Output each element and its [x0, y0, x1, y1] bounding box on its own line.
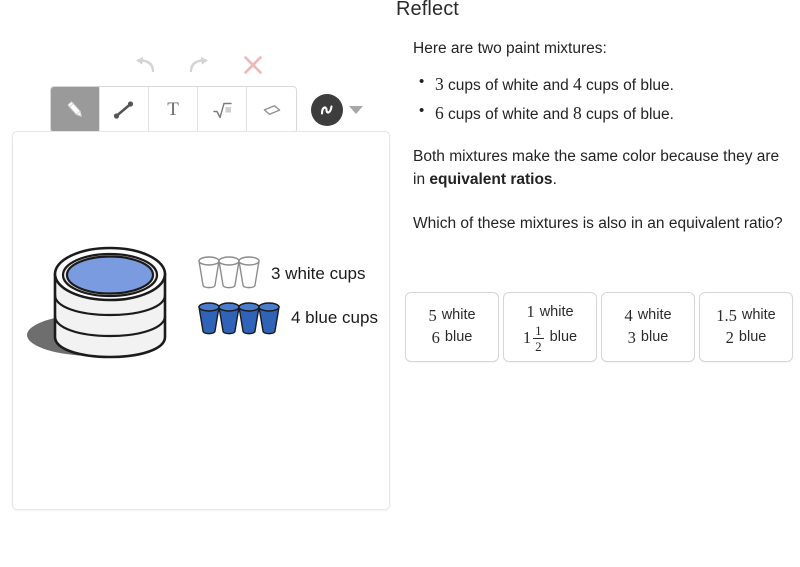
- choice-top-label: white: [539, 303, 574, 320]
- choice-top-line: 4 white: [624, 305, 671, 327]
- choice-top-line: 1.5 white: [716, 305, 775, 327]
- mixture-1-mid-text: cups of white and: [443, 77, 573, 95]
- blue-cup: [258, 302, 280, 335]
- choice-bottom-line: 1 1 2 blue: [523, 324, 577, 353]
- mixture-2-white-value: 6: [435, 102, 444, 123]
- choice-top-value: 1: [526, 302, 535, 322]
- blue-cups-label: 4 blue cups: [291, 308, 378, 327]
- paint-surface: [65, 255, 155, 295]
- chevron-down-icon[interactable]: [349, 105, 363, 114]
- blue-cup: [238, 302, 260, 335]
- mixture-2-blue-value: 8: [573, 102, 582, 123]
- answer-choices: 5 white 6 blue 1 white 1 1 2 blue 4 whit…: [405, 292, 793, 362]
- choice-1point5-white-2-blue[interactable]: 1.5 white 2 blue: [699, 292, 793, 362]
- squiggle-stroke-icon: [320, 104, 333, 115]
- list-item: 6 cups of white and 8 cups of blue.: [419, 100, 791, 126]
- mixed-number: 1 1 2: [523, 324, 544, 353]
- fraction-denominator: 2: [535, 338, 542, 354]
- blue-cup: [198, 302, 220, 335]
- choice-bottom-label: blue: [640, 329, 669, 346]
- mixture-2-mid-text: cups of white and: [443, 105, 573, 123]
- fraction-numerator: 1: [535, 322, 542, 338]
- tool-button-group: T: [50, 86, 297, 133]
- choice-bottom-value: 2: [725, 328, 734, 347]
- choice-top-line: 5 white: [428, 305, 475, 327]
- undo-icon: [136, 57, 155, 73]
- eraser-tool[interactable]: [247, 87, 296, 132]
- pencil-tool[interactable]: [51, 87, 100, 132]
- equivalent-ratios-emphasis: equivalent ratios: [429, 170, 553, 188]
- stroke-style-button[interactable]: [311, 93, 363, 126]
- choice-top-value: 5: [428, 305, 437, 325]
- white-cup: [218, 256, 240, 289]
- clear-button[interactable]: [238, 50, 268, 80]
- statement-part-2: .: [552, 170, 557, 188]
- paint-can: [53, 246, 167, 359]
- choice-bottom-label: blue: [549, 329, 578, 346]
- line-icon: [113, 100, 134, 119]
- mixture-1-white-value: 3: [435, 74, 444, 95]
- tool-palette: T: [50, 86, 363, 133]
- square-root-icon: [213, 102, 232, 118]
- choice-bottom-label: blue: [444, 329, 473, 346]
- white-cup: [198, 256, 220, 289]
- white-cups-group: [198, 256, 260, 289]
- redo-button[interactable]: [184, 50, 214, 80]
- text-tool[interactable]: T: [149, 87, 198, 132]
- choice-top-line: 1 white: [526, 301, 573, 323]
- intro-text: Here are two paint mixtures:: [413, 40, 607, 57]
- drawing-canvas[interactable]: 3 white cups 4 blue cups: [12, 131, 390, 510]
- paint-mixture-illustration: 3 white cups 4 blue cups: [27, 246, 378, 359]
- choice-top-value: 1.5: [716, 305, 737, 325]
- undo-button[interactable]: [130, 50, 160, 80]
- whiteboard-pane: T 3 white cups 4 blue cups: [0, 0, 396, 567]
- choice-bottom-value: 6: [431, 328, 440, 347]
- eraser-icon: [263, 104, 280, 115]
- problem-pane: Reflect Here are two paint mixtures: 3 c…: [396, 0, 800, 567]
- blue-cups-group: [198, 302, 280, 335]
- text-t-icon: T: [167, 99, 179, 120]
- mixture-2-end-text: cups of blue.: [581, 105, 674, 123]
- mixture-1-blue-value: 4: [573, 74, 582, 95]
- page-title: Reflect: [396, 0, 459, 20]
- choice-5-white-6-blue[interactable]: 5 white 6 blue: [405, 292, 499, 362]
- math-tool[interactable]: [198, 87, 247, 132]
- choice-bottom-value: 3: [627, 328, 636, 347]
- choice-top-label: white: [741, 307, 776, 324]
- white-cups-label: 3 white cups: [271, 264, 366, 283]
- fraction: 1 2: [533, 324, 544, 353]
- choice-1-white-1-and-a-half-blue[interactable]: 1 white 1 1 2 blue: [503, 292, 597, 362]
- question-prompt: Which of these mixtures is also in an eq…: [413, 215, 783, 233]
- white-cup: [238, 256, 260, 289]
- choice-bottom-line: 2 blue: [726, 327, 767, 349]
- choice-bottom-line: 3 blue: [628, 327, 669, 349]
- whole-part: 1: [522, 327, 532, 347]
- choice-top-label: white: [441, 307, 476, 324]
- choice-bottom-line: 6 blue: [432, 327, 473, 349]
- pencil-icon: [67, 101, 83, 117]
- choice-top-label: white: [637, 307, 672, 324]
- line-tool[interactable]: [100, 87, 149, 132]
- close-x-icon: [244, 56, 262, 74]
- list-item: 3 cups of white and 4 cups of blue.: [419, 71, 791, 97]
- history-controls: [130, 48, 280, 82]
- stroke-color-swatch[interactable]: [311, 93, 343, 126]
- choice-top-value: 4: [624, 305, 633, 325]
- equivalence-statement: Both mixtures make the same color becaus…: [413, 146, 791, 191]
- choice-4-white-3-blue[interactable]: 4 white 3 blue: [601, 292, 695, 362]
- blue-cup: [218, 302, 240, 335]
- choice-bottom-label: blue: [738, 329, 767, 346]
- redo-icon: [189, 57, 208, 73]
- problem-body: Here are two paint mixtures: 3 cups of w…: [413, 38, 791, 236]
- mixture-1-end-text: cups of blue.: [581, 77, 674, 95]
- mixture-list: 3 cups of white and 4 cups of blue. 6 cu…: [413, 71, 791, 126]
